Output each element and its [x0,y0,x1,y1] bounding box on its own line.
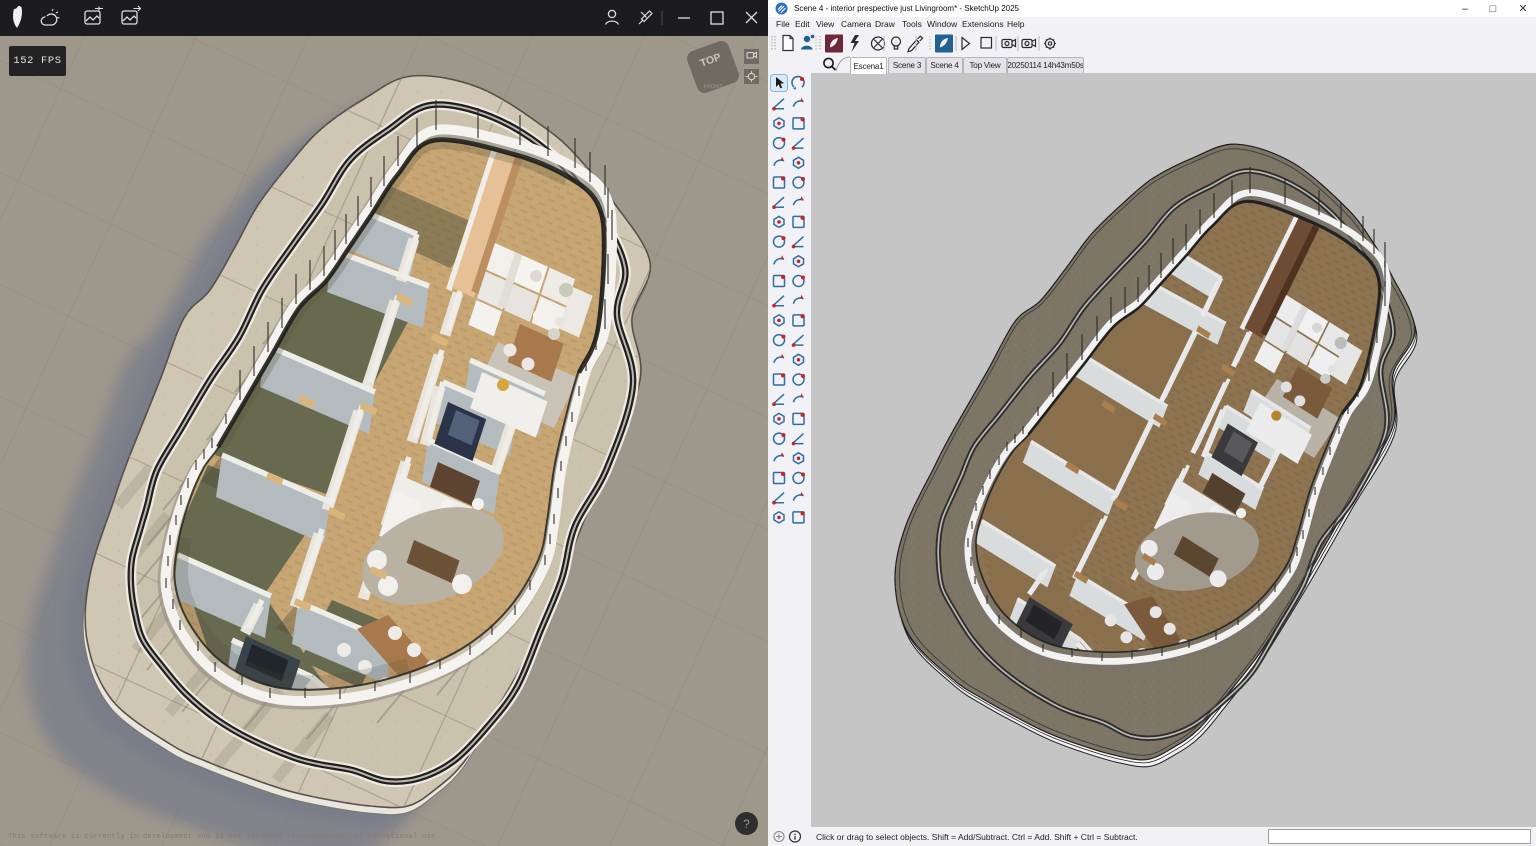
svg-text:FRONT: FRONT [704,84,724,91]
